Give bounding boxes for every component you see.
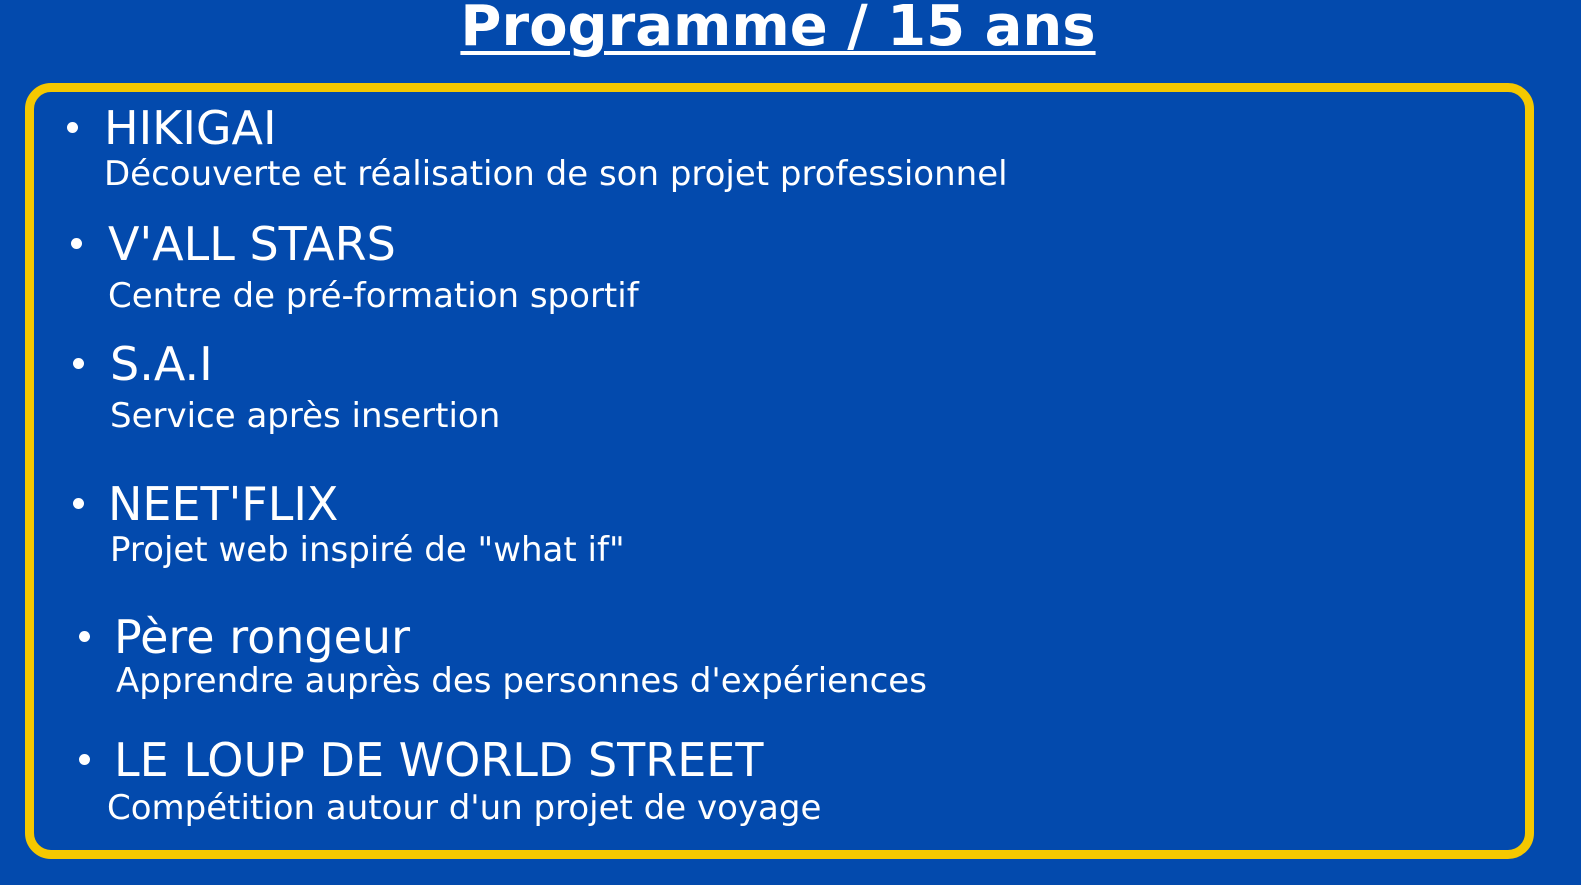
- item-description: Projet web inspiré de "what if": [110, 530, 625, 570]
- item-description: Apprendre auprès des personnes d'expérie…: [116, 661, 927, 701]
- item-title: V'ALL STARS: [108, 217, 396, 271]
- item-title: HIKIGAI: [104, 101, 277, 155]
- item-description: Compétition autour d'un projet de voyage: [107, 788, 822, 828]
- bullet-icon: [71, 238, 82, 249]
- bullet-icon: [73, 358, 84, 369]
- item-title: LE LOUP DE WORLD STREET: [114, 733, 764, 787]
- item-title: S.A.I: [110, 337, 213, 391]
- page-title: Programme / 15 ans: [460, 0, 1096, 59]
- bullet-icon: [73, 498, 84, 509]
- bullet-icon: [67, 122, 78, 133]
- item-title: NEET'FLIX: [108, 477, 339, 531]
- item-description: Découverte et réalisation de son projet …: [104, 154, 1008, 194]
- bullet-icon: [79, 754, 90, 765]
- bullet-icon: [79, 631, 90, 642]
- item-description: Service après insertion: [110, 396, 501, 436]
- item-title: Père rongeur: [114, 610, 410, 664]
- item-description: Centre de pré-formation sportif: [108, 276, 639, 316]
